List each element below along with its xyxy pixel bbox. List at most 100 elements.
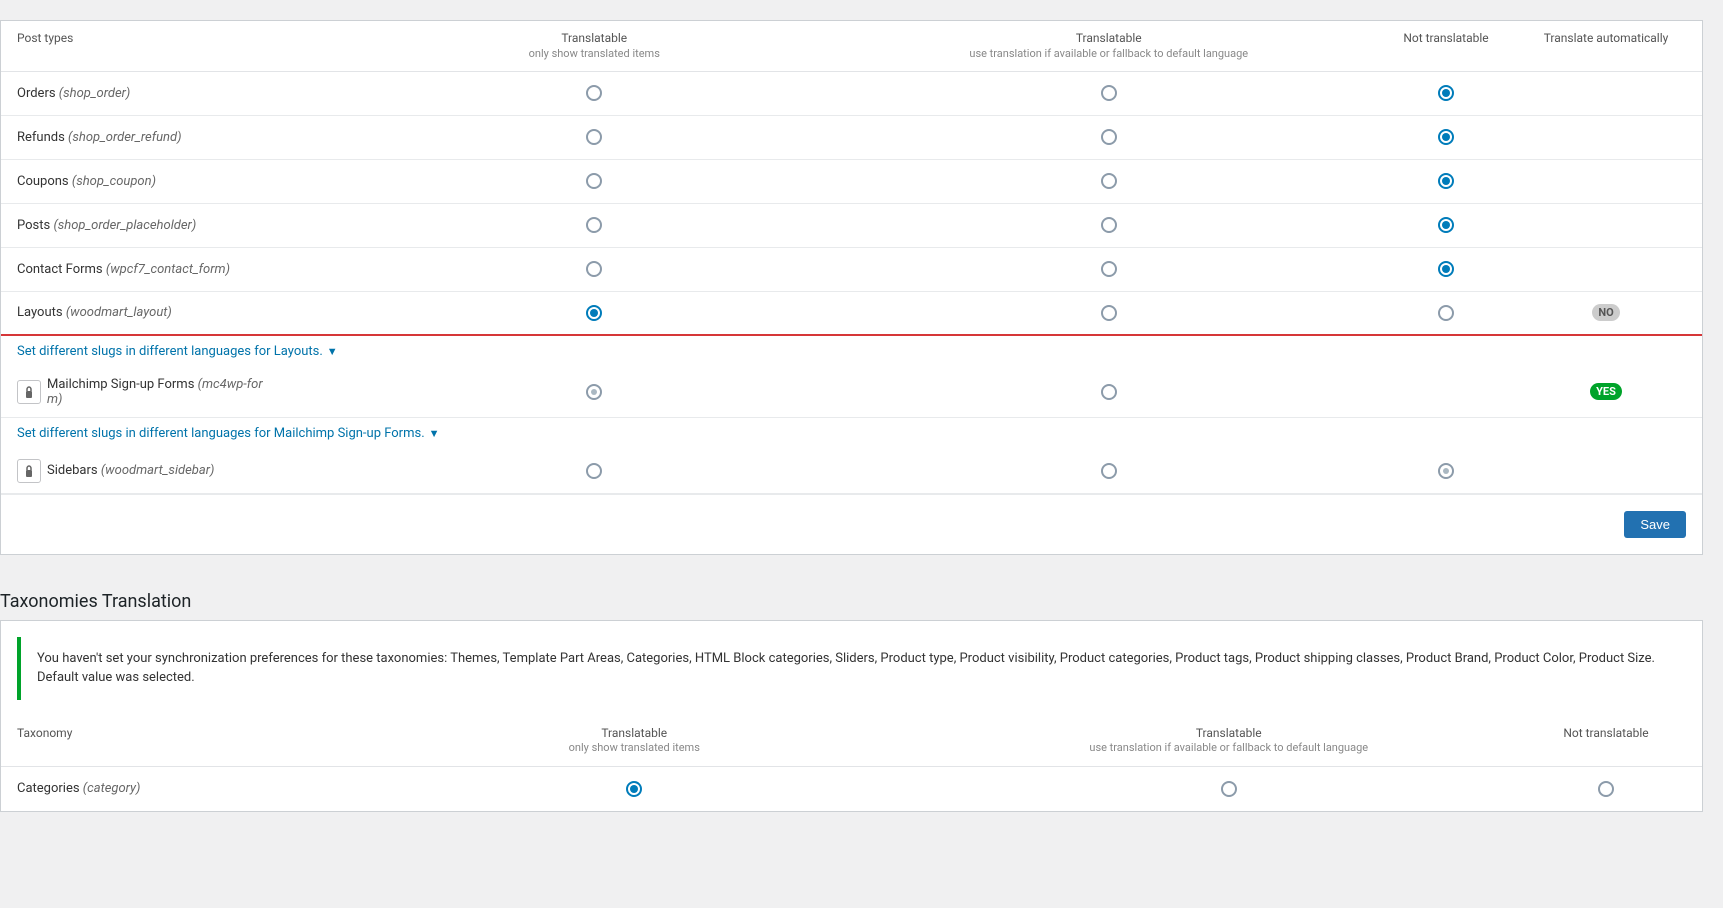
categories-radio-not-translatable[interactable]: [1598, 781, 1614, 797]
coupons-radio-translatable-show[interactable]: [586, 173, 602, 189]
post-type-name-coupons: Coupons (shop_coupon): [17, 174, 337, 189]
header-not-translatable: Not translatable: [1366, 31, 1526, 61]
orders-radio-translatable-show[interactable]: [586, 85, 602, 101]
layouts-radio-translatable-fallback[interactable]: [1101, 305, 1117, 321]
sidebars-radio-not-translatable[interactable]: [1438, 463, 1454, 479]
header-translate-automatically: Translate automatically: [1526, 31, 1686, 61]
categories-not-translatable: [1526, 781, 1686, 797]
coupons-translatable-fallback: [852, 173, 1367, 189]
categories-translatable-fallback: [932, 781, 1527, 797]
layouts-translatable-show: [337, 305, 852, 321]
refunds-translatable-fallback: [852, 129, 1367, 145]
post-type-name-posts: Posts (shop_order_placeholder): [17, 218, 337, 233]
layouts-radio-not-translatable[interactable]: [1438, 305, 1454, 321]
orders-translatable-show: [337, 85, 852, 101]
refunds-radio-translatable-show[interactable]: [586, 129, 602, 145]
table-row-layouts: Layouts (woodmart_layout) NO: [1, 292, 1702, 336]
contact-forms-not-translatable: [1366, 261, 1526, 277]
layouts-toggle-no[interactable]: NO: [1592, 304, 1619, 321]
posts-not-translatable: [1366, 217, 1526, 233]
coupons-radio-not-translatable[interactable]: [1438, 173, 1454, 189]
mailchimp-translatable-show: [337, 384, 852, 400]
taxonomies-table-header: Taxonomy Translatable only show translat…: [1, 716, 1702, 767]
post-types-section: Post types Translatable only show transl…: [0, 20, 1703, 555]
contact-forms-radio-translatable-show[interactable]: [586, 261, 602, 277]
tax-header-translatable-show: Translatable only show translated items: [337, 726, 932, 756]
mailchimp-slug-chevron: ▼: [429, 427, 440, 440]
categories-radio-translatable-fallback[interactable]: [1221, 781, 1237, 797]
mailchimp-slug-link-row: Set different slugs in different languag…: [1, 418, 1702, 449]
mailchimp-translatable-fallback: [852, 384, 1367, 400]
header-translatable-show: Translatable only show translated items: [337, 31, 852, 61]
header-translatable-fallback: Translatable use translation if availabl…: [852, 31, 1367, 61]
post-type-name-contact-forms: Contact Forms (wpcf7_contact_form): [17, 262, 337, 277]
tax-name-categories: Categories (category): [17, 781, 337, 796]
taxonomies-title: Taxonomies Translation: [0, 575, 1703, 620]
layouts-radio-translatable-show[interactable]: [586, 305, 602, 321]
coupons-translatable-show: [337, 173, 852, 189]
post-type-name-layouts: Layouts (woodmart_layout): [17, 305, 337, 320]
sidebars-radio-translatable-show[interactable]: [586, 463, 602, 479]
mailchimp-radio-translatable-show[interactable]: [586, 384, 602, 400]
tax-header-taxonomy: Taxonomy: [17, 726, 337, 756]
posts-radio-translatable-fallback[interactable]: [1101, 217, 1117, 233]
posts-translatable-show: [337, 217, 852, 233]
mailchimp-slug-link[interactable]: Set different slugs in different languag…: [17, 426, 425, 441]
contact-forms-translatable-fallback: [852, 261, 1367, 277]
orders-translatable-fallback: [852, 85, 1367, 101]
sidebars-translatable-show: [337, 463, 852, 479]
coupons-radio-translatable-fallback[interactable]: [1101, 173, 1117, 189]
mailchimp-radio-translatable-fallback[interactable]: [1101, 384, 1117, 400]
post-types-table-header: Post types Translatable only show transl…: [1, 21, 1702, 72]
layouts-slug-link[interactable]: Set different slugs in different languag…: [17, 344, 323, 359]
contact-forms-radio-translatable-fallback[interactable]: [1101, 261, 1117, 277]
sidebars-translatable-fallback: [852, 463, 1367, 479]
orders-radio-translatable-fallback[interactable]: [1101, 85, 1117, 101]
refunds-not-translatable: [1366, 129, 1526, 145]
sidebars-not-translatable: [1366, 463, 1526, 479]
taxonomies-section: Taxonomies Translation You haven't set y…: [0, 575, 1703, 812]
mailchimp-lock-icon: [17, 380, 41, 404]
layouts-auto: NO: [1526, 304, 1686, 321]
post-type-name-sidebars: Sidebars (woodmart_sidebar): [17, 459, 337, 483]
post-type-name-orders: Orders (shop_order): [17, 86, 337, 101]
posts-radio-translatable-show[interactable]: [586, 217, 602, 233]
header-post-types: Post types: [17, 31, 337, 61]
save-button[interactable]: Save: [1624, 511, 1686, 538]
mailchimp-toggle-yes[interactable]: YES: [1590, 383, 1622, 400]
contact-forms-radio-not-translatable[interactable]: [1438, 261, 1454, 277]
table-row-mailchimp: Mailchimp Sign-up Forms (mc4wp-form) YES: [1, 367, 1702, 418]
table-row: Orders (shop_order): [1, 72, 1702, 116]
sidebars-lock-icon: [17, 459, 41, 483]
coupons-not-translatable: [1366, 173, 1526, 189]
table-row: Contact Forms (wpcf7_contact_form): [1, 248, 1702, 292]
mailchimp-auto: YES: [1526, 383, 1686, 400]
post-type-name-mailchimp: Mailchimp Sign-up Forms (mc4wp-form): [17, 377, 337, 407]
posts-radio-not-translatable[interactable]: [1438, 217, 1454, 233]
table-row: Coupons (shop_coupon): [1, 160, 1702, 204]
contact-forms-translatable-show: [337, 261, 852, 277]
orders-not-translatable: [1366, 85, 1526, 101]
layouts-slug-link-row: Set different slugs in different languag…: [1, 336, 1702, 367]
sidebars-radio-translatable-fallback[interactable]: [1101, 463, 1117, 479]
refunds-radio-not-translatable[interactable]: [1438, 129, 1454, 145]
refunds-translatable-show: [337, 129, 852, 145]
save-area: Save: [1, 494, 1702, 554]
tax-header-translatable-fallback: Translatable use translation if availabl…: [932, 726, 1527, 756]
post-type-name-refunds: Refunds (shop_order_refund): [17, 130, 337, 145]
taxonomies-notice: You haven't set your synchronization pre…: [17, 637, 1686, 700]
table-row-sidebars: Sidebars (woodmart_sidebar): [1, 449, 1702, 494]
categories-radio-translatable-show[interactable]: [626, 781, 642, 797]
orders-radio-not-translatable[interactable]: [1438, 85, 1454, 101]
posts-translatable-fallback: [852, 217, 1367, 233]
refunds-radio-translatable-fallback[interactable]: [1101, 129, 1117, 145]
layouts-slug-chevron: ▼: [327, 345, 338, 358]
taxonomies-card: You haven't set your synchronization pre…: [0, 620, 1703, 812]
layouts-not-translatable: [1366, 305, 1526, 321]
table-row-categories: Categories (category): [1, 767, 1702, 811]
table-row: Posts (shop_order_placeholder): [1, 204, 1702, 248]
table-row: Refunds (shop_order_refund): [1, 116, 1702, 160]
layouts-translatable-fallback: [852, 305, 1367, 321]
main-container: Post types Translatable only show transl…: [0, 0, 1723, 852]
categories-translatable-show: [337, 781, 932, 797]
